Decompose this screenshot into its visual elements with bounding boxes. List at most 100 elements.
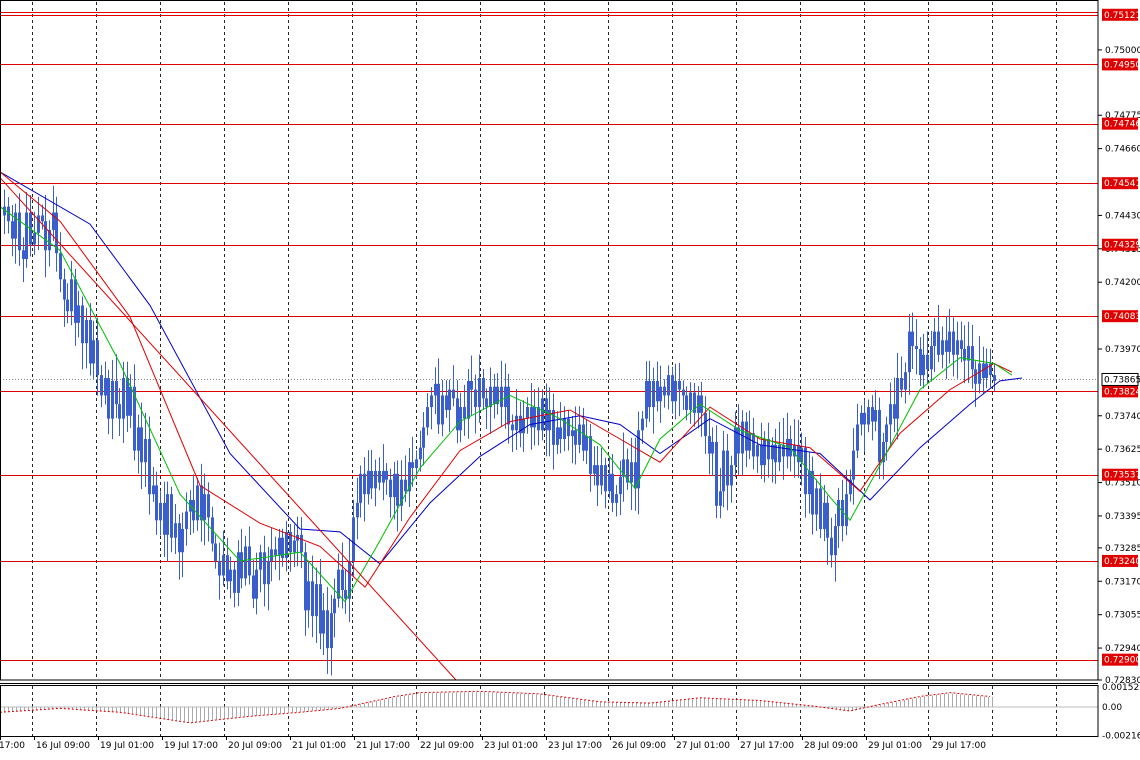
candle-body — [971, 346, 974, 370]
candle-body — [445, 395, 448, 410]
candle-body — [582, 424, 585, 451]
candle-body — [166, 494, 169, 535]
candle-body — [81, 305, 84, 344]
candle-body — [233, 569, 236, 593]
candle-body — [867, 407, 870, 425]
candle-body — [722, 450, 725, 492]
candle-body — [860, 412, 863, 425]
candle-body — [452, 389, 455, 399]
candle-body — [952, 331, 955, 355]
candle-body — [708, 436, 711, 454]
candle-body — [267, 560, 270, 585]
candle-body — [678, 380, 681, 390]
candle-body — [270, 549, 273, 561]
time-tick-label: 17:00 — [0, 741, 25, 751]
candle-body — [900, 378, 903, 390]
candle-body — [474, 389, 477, 408]
candle-body — [229, 569, 232, 582]
candle-body — [467, 380, 470, 419]
candle-body — [404, 479, 407, 492]
candle-body — [437, 383, 440, 425]
candle-body — [174, 523, 177, 538]
candle-body — [385, 470, 388, 480]
candle-body — [370, 470, 373, 489]
candle-body — [311, 581, 314, 617]
candle-body — [604, 465, 607, 492]
price-tick-label: 0.74200 — [1105, 278, 1140, 288]
candle-body — [756, 444, 759, 457]
candle-body — [908, 331, 911, 373]
candle-body — [889, 404, 892, 425]
candle-body — [430, 395, 433, 408]
candle-body — [181, 529, 184, 553]
candle-body — [278, 537, 281, 556]
candle-body — [978, 363, 981, 384]
candle-body — [737, 427, 740, 454]
price-tick-label: 0.73625 — [1105, 445, 1140, 455]
candle-body — [630, 462, 633, 483]
candle-body — [415, 459, 418, 469]
candle-body — [155, 485, 158, 521]
candle-body — [274, 549, 277, 556]
candle-body — [144, 438, 147, 463]
candle-body — [956, 340, 959, 355]
candle-body — [937, 331, 940, 355]
candle-body — [974, 369, 977, 384]
candle-body — [808, 470, 811, 495]
candle-body — [214, 543, 217, 561]
candle-body — [411, 462, 414, 469]
candle-body — [25, 212, 28, 259]
candle-body — [948, 331, 951, 352]
candle-body — [845, 494, 848, 527]
candle-body — [419, 447, 422, 460]
candle-body — [489, 386, 492, 408]
candle-body — [315, 584, 318, 617]
candle-body — [667, 375, 670, 396]
level-price-tag-label: 0.73537 — [1104, 471, 1140, 481]
candle-body — [330, 613, 333, 649]
candle-body — [422, 427, 425, 448]
price-tick-label: 0.74660 — [1105, 145, 1140, 155]
candle-body — [904, 372, 907, 390]
candle-body — [685, 395, 688, 410]
candle-body — [485, 398, 488, 408]
candle-body — [63, 279, 66, 300]
candle-body — [341, 569, 344, 590]
candle-body — [389, 479, 392, 498]
price-tick-label: 0.72940 — [1105, 644, 1140, 654]
time-tick-label: 19 Jul 01:00 — [100, 741, 154, 751]
chart-svg[interactable]: 0.750000.747750.746600.744300.743150.742… — [0, 0, 1140, 756]
level-price-tag-label: 0.74083 — [1104, 312, 1140, 322]
candle-body — [726, 450, 729, 486]
price-tick-label: 0.73170 — [1105, 577, 1140, 587]
candle-body — [871, 407, 874, 422]
candle-body — [96, 340, 99, 376]
candle-body — [218, 560, 221, 576]
time-tick-label: 27 Jul 17:00 — [740, 741, 794, 751]
candle-body — [704, 412, 707, 437]
candle-body — [782, 444, 785, 457]
candle-body — [129, 386, 132, 416]
candle-body — [804, 447, 807, 495]
candle-body — [856, 424, 859, 451]
candle-body — [382, 470, 385, 483]
candle-body — [826, 502, 829, 538]
candle-body — [374, 470, 377, 489]
candle-body — [100, 375, 103, 396]
chart-window[interactable]: 0.750000.747750.746600.744300.743150.742… — [0, 0, 1140, 756]
level-price-tag-label: 0.72900 — [1104, 656, 1140, 666]
candle-body — [619, 476, 622, 495]
candle-body — [585, 436, 588, 451]
candle-body — [326, 610, 329, 649]
candle-body — [356, 502, 359, 518]
candle-body — [878, 409, 881, 463]
candle-body — [911, 331, 914, 347]
candle-body — [663, 386, 666, 396]
level-price-tag-label: 0.75121 — [1104, 11, 1140, 21]
candle-body — [659, 386, 662, 402]
candle-body — [837, 499, 840, 527]
level-price-tag-label: 0.73824 — [1104, 387, 1140, 397]
candle-body — [745, 421, 748, 451]
candle-body — [304, 552, 307, 611]
candle-body — [537, 407, 540, 431]
